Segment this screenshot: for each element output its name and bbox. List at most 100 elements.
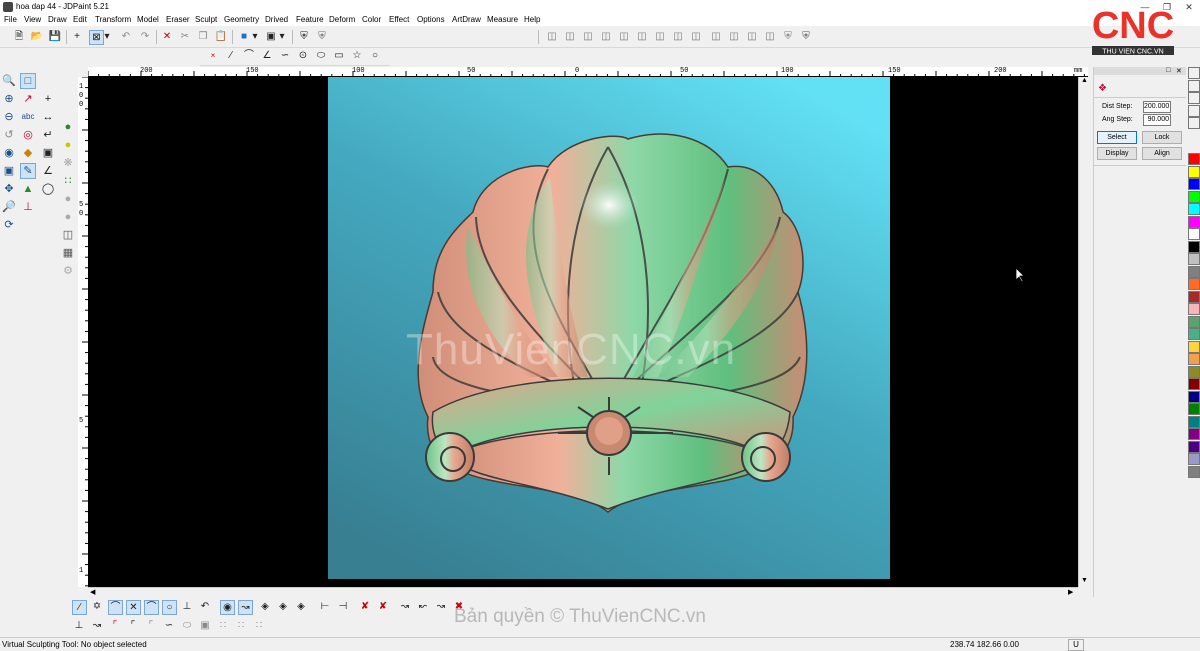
arc-snap-icon[interactable]: ⌒ xyxy=(144,600,159,615)
rectangle-icon[interactable]: ▭ xyxy=(332,49,346,63)
pink-icon[interactable] xyxy=(1188,117,1200,129)
menu-options[interactable]: Options xyxy=(417,15,445,24)
rotate-view-icon[interactable]: ⟳ xyxy=(1,217,17,233)
zoom-fit-icon[interactable]: ▣ xyxy=(1,163,17,179)
menu-file[interactable]: File xyxy=(4,15,17,24)
view-eye-icon[interactable]: ◉ xyxy=(1,145,17,161)
color-swatch[interactable] xyxy=(1188,215,1200,228)
plus-icon[interactable]: + xyxy=(40,91,56,107)
blur-icon[interactable]: ● xyxy=(60,209,76,225)
brush-icon[interactable] xyxy=(1188,92,1200,104)
scissors-icon[interactable]: ↝ xyxy=(90,619,104,633)
menu-feature[interactable]: Feature xyxy=(296,15,324,24)
node-edit-icon[interactable]: ↗ xyxy=(20,91,36,107)
dots-icon[interactable]: ∷ xyxy=(60,173,76,189)
menu-color[interactable]: Color xyxy=(362,15,381,24)
menu-artdraw[interactable]: ArtDraw xyxy=(452,15,481,24)
color-swatch[interactable] xyxy=(1188,165,1200,178)
panel-tool-icon[interactable]: ❖ xyxy=(1098,83,1110,95)
align-bottom-icon[interactable]: ◫ xyxy=(635,30,649,44)
fillet-icon[interactable]: ↝ xyxy=(398,600,412,614)
trim-icon[interactable]: ⊢ xyxy=(318,600,332,614)
node-b-icon[interactable]: ∷ xyxy=(234,619,248,633)
perpendicular-icon[interactable]: ⊥ xyxy=(180,600,194,614)
shield-solid-icon[interactable]: ⛨ xyxy=(799,30,813,44)
star-icon[interactable]: ☆ xyxy=(350,49,364,63)
copy-icon[interactable]: ❐ xyxy=(196,30,210,44)
ungroup-icon[interactable]: ◫ xyxy=(745,30,759,44)
pan-icon[interactable]: ✥ xyxy=(1,181,17,197)
corner-c-icon[interactable]: ⌜ xyxy=(144,619,158,633)
shield-outline-icon[interactable]: ⛨ xyxy=(781,30,795,44)
menu-geometry[interactable]: Geometry xyxy=(224,15,259,24)
frame-icon[interactable]: ▣ xyxy=(198,619,212,633)
color-swatch[interactable] xyxy=(1188,403,1200,415)
anchor-icon[interactable]: ⊥ xyxy=(72,619,86,633)
corner-b-icon[interactable]: ⌜ xyxy=(126,619,140,633)
color-swatch[interactable] xyxy=(1188,153,1200,165)
menu-model[interactable]: Model xyxy=(137,15,159,24)
menu-eraser[interactable]: Eraser xyxy=(166,15,190,24)
cut-icon[interactable]: ✂ xyxy=(178,30,192,44)
color-swatch[interactable] xyxy=(1188,465,1200,478)
menu-drived[interactable]: Drived xyxy=(265,15,288,24)
camera-icon[interactable]: ▣ xyxy=(40,145,56,161)
color-swatch[interactable] xyxy=(1188,290,1200,303)
color-swatch[interactable] xyxy=(1188,365,1200,378)
measure-icon[interactable]: ⊥ xyxy=(20,199,36,215)
menu-draw[interactable]: Draw xyxy=(48,15,67,24)
delete-icon[interactable]: ✕ xyxy=(160,30,174,44)
point-icon[interactable]: × xyxy=(206,49,220,63)
color-swatch[interactable] xyxy=(1188,265,1200,278)
offset-icon[interactable]: ↝ xyxy=(434,600,448,614)
wave-icon[interactable]: ∽ xyxy=(162,619,176,633)
zoom-window-icon[interactable]: 🔍 xyxy=(1,73,17,89)
open-folder-icon[interactable]: 📂 xyxy=(30,30,44,44)
arc-icon[interactable]: ⌒ xyxy=(242,49,256,63)
distribute-v-icon[interactable]: ◫ xyxy=(671,30,685,44)
menu-view[interactable]: View xyxy=(24,15,41,24)
color-swatch[interactable] xyxy=(1188,228,1200,240)
new-file-icon[interactable]: 🗎 xyxy=(12,30,26,44)
shield-fill-icon[interactable]: ⛨ xyxy=(315,30,329,44)
ellipse-snap-icon[interactable]: ⬭ xyxy=(180,619,194,633)
line-icon[interactable]: ∕ xyxy=(224,49,238,63)
cylinder-icon[interactable]: ◫ xyxy=(60,227,76,243)
close-x-icon[interactable] xyxy=(1188,79,1200,92)
intersect-icon[interactable]: ✕ xyxy=(126,600,141,615)
lock-object-icon[interactable]: ◫ xyxy=(763,30,777,44)
color-swatch[interactable] xyxy=(1188,303,1200,315)
group-icon[interactable]: ◫ xyxy=(727,30,741,44)
select-tool-icon[interactable]: □ xyxy=(20,73,36,89)
smooth-icon[interactable]: ● xyxy=(60,191,76,207)
vertical-scrollbar[interactable]: ▲ ▼ xyxy=(1078,77,1090,587)
align-top-icon[interactable]: ◫ xyxy=(599,30,613,44)
display-button[interactable]: Display xyxy=(1097,147,1137,160)
tangent-icon[interactable]: ✡ xyxy=(90,600,104,614)
align-middle-icon[interactable]: ◫ xyxy=(617,30,631,44)
nearest-icon[interactable]: ↶ xyxy=(198,600,212,614)
spline-icon[interactable]: ∽ xyxy=(278,49,292,63)
fill-icon[interactable]: ◆ xyxy=(20,145,36,161)
gear-icon[interactable]: ⚙ xyxy=(60,263,76,279)
chamfer-icon[interactable]: ↜ xyxy=(416,600,430,614)
circle-icon[interactable]: ○ xyxy=(368,49,382,63)
lasso-icon[interactable]: ◯ xyxy=(40,181,56,197)
diamond-b-icon[interactable]: ◈ xyxy=(276,600,290,614)
zoom-prev-icon[interactable]: ↺ xyxy=(1,127,17,143)
text-tool-icon[interactable]: abc xyxy=(20,109,36,125)
undo-icon[interactable]: ↶ xyxy=(119,30,133,44)
color-swatch[interactable] xyxy=(1188,178,1200,190)
chevron-down-icon[interactable]: ▾ xyxy=(278,30,286,44)
break-icon[interactable]: ✘ xyxy=(358,600,372,614)
corner-icon[interactable]: ↵ xyxy=(40,127,56,143)
align-left-icon[interactable]: ◫ xyxy=(545,30,559,44)
scroll-left-icon[interactable]: ◀ xyxy=(90,588,95,596)
color-swatch[interactable] xyxy=(1188,390,1200,403)
color-swatch[interactable] xyxy=(1188,440,1200,453)
color-swatch[interactable] xyxy=(1188,353,1200,365)
grid-icon[interactable]: ▦ xyxy=(60,245,76,261)
node-snap-icon[interactable]: ↝ xyxy=(238,600,253,615)
panel-restore-icon[interactable]: □ xyxy=(1166,67,1170,74)
panel-close-icon[interactable]: ✕ xyxy=(1176,67,1182,75)
